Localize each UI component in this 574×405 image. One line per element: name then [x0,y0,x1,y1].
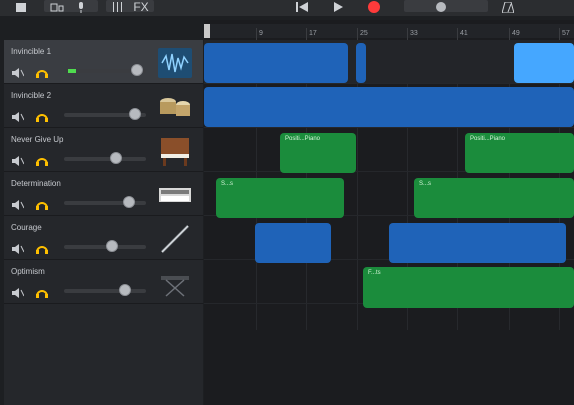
ruler-label: 9 [259,30,263,37]
record-icon[interactable] [366,0,382,14]
ruler-label: 49 [512,30,520,37]
midi-region[interactable]: Positi...Piano [465,133,574,173]
midi-region[interactable]: F...ts [363,267,574,308]
volume-knob[interactable] [105,240,118,252]
track-name: Optimism [11,267,45,276]
midi-region[interactable]: S...s [414,178,574,218]
volume-slider[interactable] [64,157,146,161]
mute-icon[interactable] [12,285,25,298]
volume-knob[interactable] [118,284,131,296]
audio-region[interactable] [255,223,331,263]
ruler-label: 17 [309,30,317,37]
track-name: Courage [11,223,42,232]
region-label: S...s [419,181,432,187]
headphones-icon[interactable] [36,241,48,254]
mixer-icon [110,0,126,14]
mute-icon[interactable] [12,197,25,210]
flute-icon[interactable] [158,224,192,254]
midi-region[interactable]: S...s [216,178,344,218]
waveform-icon[interactable] [158,48,192,78]
track-name: Determination [11,179,61,188]
browser-icon[interactable] [14,0,28,14]
mute-icon[interactable] [12,153,25,166]
track-name: Never Give Up [11,135,64,144]
midi-region[interactable]: Positi...Piano [280,133,356,173]
ruler-label: 25 [360,30,368,37]
track-header[interactable]: Never Give Up [4,128,203,172]
metronome-icon[interactable] [500,0,516,14]
region-label: S...s [221,181,234,187]
headphones-icon[interactable] [36,65,48,78]
audio-region[interactable] [204,43,348,83]
rewind-icon[interactable] [294,0,310,14]
ruler-label: 33 [410,30,418,37]
ruler-label: 57 [562,30,570,37]
mute-icon[interactable] [12,65,25,78]
region-label: F...ts [368,270,381,276]
mute-icon[interactable] [12,109,25,122]
volume-knob[interactable] [130,64,143,76]
track-header[interactable]: Courage [4,216,203,260]
audio-region[interactable] [514,43,574,83]
track-name: Invincible 2 [11,91,52,100]
microphone-icon[interactable] [74,0,88,14]
track-headers: Invincible 1 Invincible 2 Never Give Up … [4,40,203,405]
tracks-view-icon[interactable] [48,0,72,14]
tracks-area[interactable]: 9 17 25 33 41 49 57 Positi...Piano Posit… [204,20,574,405]
track-header[interactable]: Determination [4,172,203,216]
master-volume-knob[interactable] [434,0,448,14]
track-header[interactable]: Invincible 2 [4,84,203,128]
drums-icon[interactable] [158,92,192,122]
volume-knob[interactable] [123,196,136,208]
audio-region[interactable] [389,223,566,263]
region-label: Positi...Piano [470,136,506,142]
track-header[interactable]: Invincible 1 [4,40,203,84]
timeline-ruler[interactable]: 9 17 25 33 41 49 57 [204,24,574,42]
control-bar: FX [0,0,574,16]
headphones-icon[interactable] [36,153,48,166]
volume-knob[interactable] [128,108,141,120]
audio-region[interactable] [356,43,366,83]
headphones-icon[interactable] [36,197,48,210]
level-meter [68,69,76,73]
mute-icon[interactable] [12,241,25,254]
audio-region[interactable] [204,87,574,127]
playhead-marker[interactable] [204,24,210,38]
track-header[interactable]: Optimism [4,260,203,304]
headphones-icon[interactable] [36,109,48,122]
synth-icon[interactable] [158,180,192,210]
play-icon[interactable] [330,0,346,14]
fx-label: FX [133,0,149,14]
headphones-icon[interactable] [36,285,48,298]
volume-knob[interactable] [109,152,122,164]
volume-slider[interactable] [64,289,146,293]
ruler-label: 41 [460,30,468,37]
region-label: Positi...Piano [285,136,321,142]
track-name: Invincible 1 [11,47,52,56]
keyboard-stand-icon[interactable] [158,268,192,298]
piano-icon[interactable] [158,136,192,166]
